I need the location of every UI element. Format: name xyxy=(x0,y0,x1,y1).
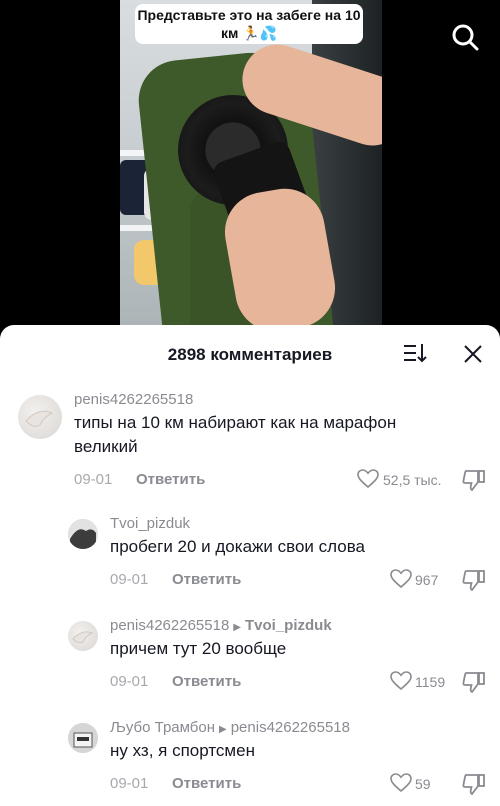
reply-button[interactable]: Ответить xyxy=(172,775,241,792)
reply-button[interactable]: Ответить xyxy=(136,471,205,488)
comment-text: ну хз, я спортсмен xyxy=(110,741,255,760)
avatar[interactable] xyxy=(18,395,62,439)
reply-arrow-icon: ▶ xyxy=(219,724,227,735)
heart-icon[interactable] xyxy=(390,773,412,793)
comment-text: причем тут 20 вообще xyxy=(110,639,287,658)
comment-username[interactable]: Tvoi_pizduk xyxy=(110,515,190,532)
avatar-image-icon xyxy=(68,519,98,549)
comment-date: 09-01 xyxy=(110,571,149,588)
comment-username[interactable]: Љубо Трамбон xyxy=(110,719,215,736)
search-icon[interactable] xyxy=(450,22,480,52)
video-player[interactable]: Представьте это на забеге на 10 км 🏃💦 xyxy=(0,0,500,340)
like-count: 967 xyxy=(415,572,439,588)
avatar-image-icon xyxy=(25,410,54,427)
comment-username-line: penis4262265518 ▶ Tvoi_pizduk xyxy=(110,617,332,634)
comment-text: типы на 10 км набирают как на марафон ве… xyxy=(74,413,397,456)
reply-to-username[interactable]: penis4262265518 xyxy=(231,719,350,736)
dislike-icon[interactable] xyxy=(462,671,486,693)
like-count: 59 xyxy=(415,776,431,792)
comment-date: 09-01 xyxy=(110,775,149,792)
avatar[interactable] xyxy=(68,519,98,549)
sort-icon[interactable] xyxy=(402,342,428,364)
video-frame xyxy=(120,0,382,340)
comments-sheet: 2898 комментариев penis4262265518 типы н… xyxy=(0,325,500,806)
like-count: 1159 xyxy=(415,674,446,690)
reply-item: penis4262265518 ▶ Tvoi_pizduk причем тут 2… xyxy=(0,615,500,705)
comment-username[interactable]: penis4262265518 xyxy=(110,617,229,634)
comment-username[interactable]: penis4262265518 xyxy=(74,391,193,408)
avatar-image-icon xyxy=(72,631,94,644)
reply-item: Љубо Трамбон ▶ penis4262265518 ну хз, я сп… xyxy=(0,717,500,806)
reply-button[interactable]: Ответить xyxy=(172,673,241,690)
dislike-icon[interactable] xyxy=(462,569,486,591)
avatar[interactable] xyxy=(68,723,98,753)
dislike-icon[interactable] xyxy=(462,469,486,491)
heart-icon[interactable] xyxy=(390,671,412,691)
comment-item: penis4262265518 типы на 10 км набирают к… xyxy=(0,387,500,497)
reply-button[interactable]: Ответить xyxy=(172,571,241,588)
video-caption: Представьте это на забеге на 10 км 🏃💦 xyxy=(135,4,363,44)
comment-date: 09-01 xyxy=(74,471,113,488)
comment-username-line: Љубо Трамбон ▶ penis4262265518 xyxy=(110,719,350,736)
reply-item: Tvoi_pizduk пробеги 20 и докажи свои сло… xyxy=(0,513,500,603)
reply-to-username[interactable]: Tvoi_pizduk xyxy=(245,617,332,634)
dislike-icon[interactable] xyxy=(462,773,486,795)
heart-icon[interactable] xyxy=(357,469,379,489)
like-count: 52,5 тыс. xyxy=(383,472,442,488)
comment-text: пробеги 20 и докажи свои слова xyxy=(110,537,365,556)
avatar-image-icon xyxy=(68,723,98,753)
heart-icon[interactable] xyxy=(390,569,412,589)
comment-date: 09-01 xyxy=(110,673,149,690)
reply-arrow-icon: ▶ xyxy=(233,622,241,633)
close-icon[interactable] xyxy=(462,343,484,365)
avatar[interactable] xyxy=(68,621,98,651)
